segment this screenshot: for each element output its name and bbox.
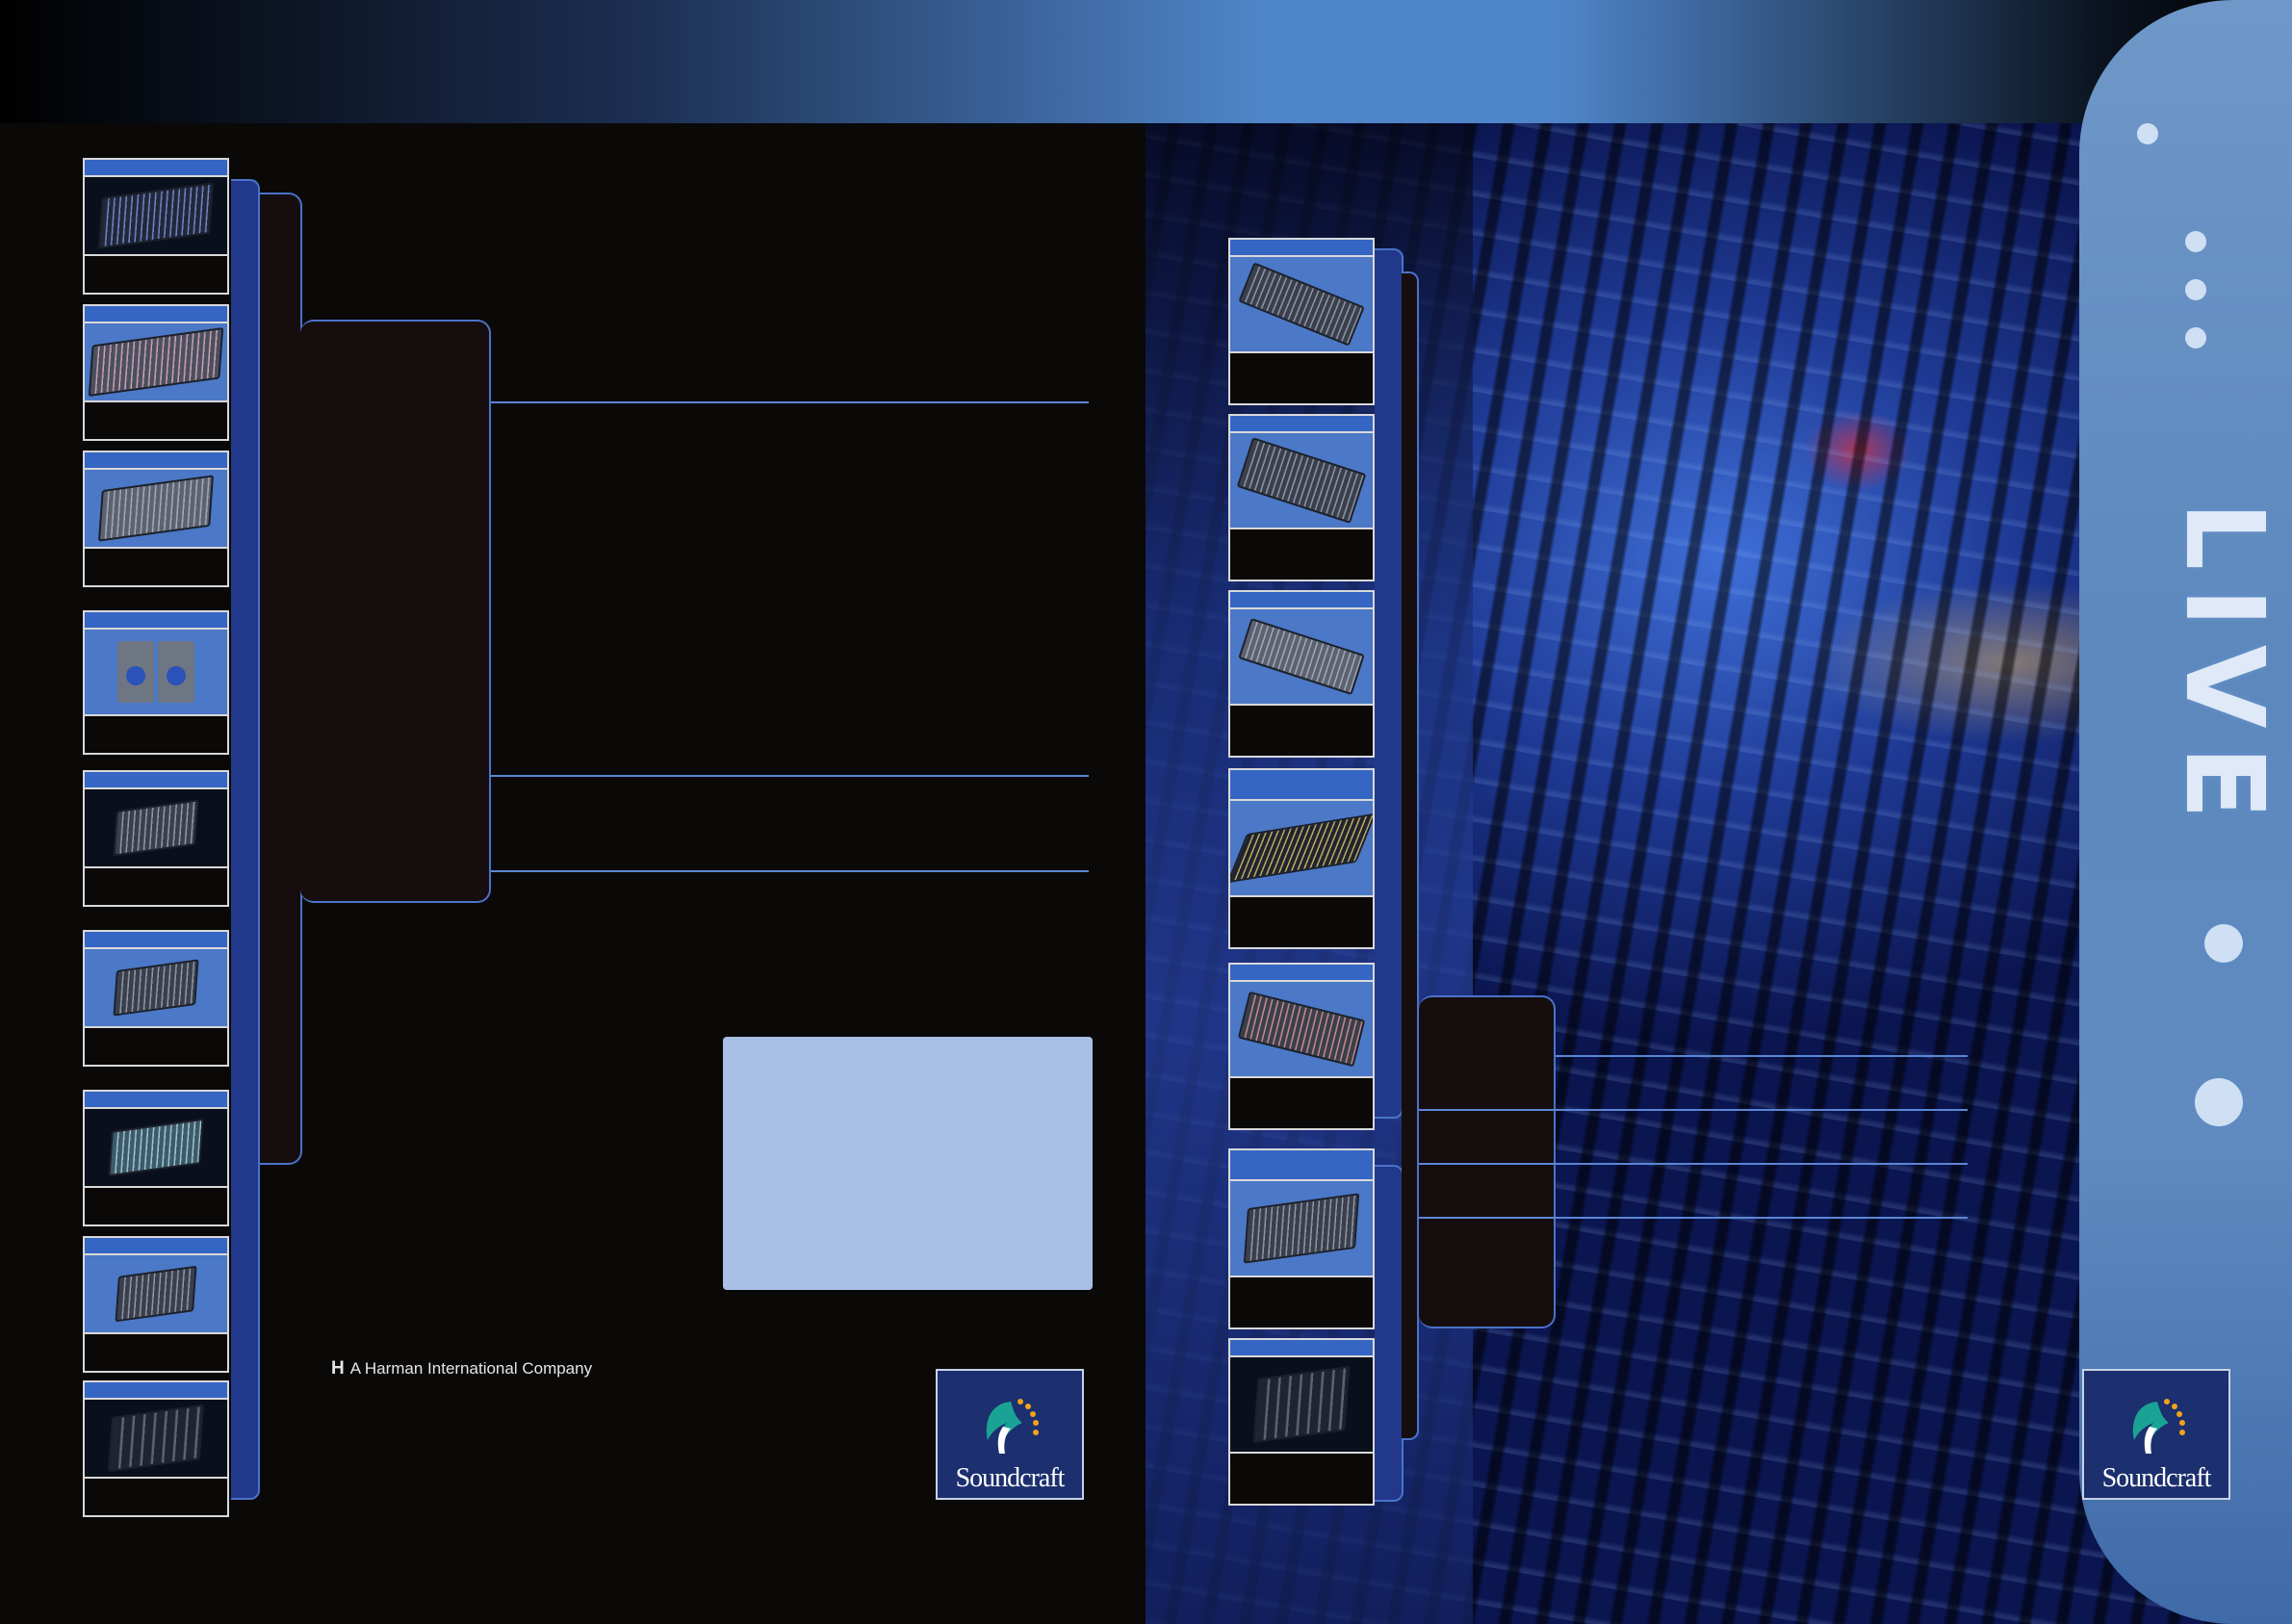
product-label-box [83, 1334, 229, 1373]
divider-line [1419, 1109, 1968, 1111]
product-label-box [83, 868, 229, 907]
product-card[interactable] [83, 610, 229, 755]
product-label-box [1228, 706, 1375, 758]
soundcraft-swoosh-icon [986, 1399, 1039, 1454]
product-image [83, 1398, 229, 1479]
card-header-band [83, 451, 229, 468]
divider-line [491, 870, 1089, 872]
product-image [1228, 607, 1375, 706]
bracket-bar [1375, 248, 1404, 1119]
product-label-box [83, 549, 229, 587]
divider-line [1419, 1163, 1968, 1165]
product-card[interactable] [83, 451, 229, 587]
product-card[interactable] [1228, 1338, 1375, 1506]
card-header-band [1228, 1338, 1375, 1355]
bracket-panel [1402, 271, 1419, 1440]
bracket-panel [260, 193, 302, 1165]
harman-text: A Harman International Company [349, 1359, 593, 1378]
product-card[interactable] [83, 930, 229, 1067]
product-label-box [1228, 529, 1375, 581]
product-image [1228, 1355, 1375, 1454]
top-gradient-bar [0, 0, 2292, 123]
card-header-band [1228, 963, 1375, 980]
harman-h-icon: H [331, 1358, 345, 1379]
product-card[interactable] [83, 1090, 229, 1226]
product-label-box [83, 402, 229, 441]
card-header-band [83, 1090, 229, 1107]
product-label-box [1228, 897, 1375, 949]
product-card[interactable] [1228, 590, 1375, 758]
soundcraft-swoosh-icon [2132, 1399, 2185, 1454]
divider-line [1419, 1217, 1968, 1219]
product-image [83, 1107, 229, 1188]
product-image [83, 322, 229, 402]
product-card[interactable] [83, 304, 229, 441]
card-header-band [83, 770, 229, 787]
product-label-box [83, 1028, 229, 1067]
product-image [1228, 255, 1375, 353]
divider-line [491, 401, 1089, 403]
card-header-band [1228, 414, 1375, 431]
feature-panel [1419, 995, 1556, 1328]
product-image [83, 628, 229, 716]
product-label-box [83, 1479, 229, 1517]
product-label-box [1228, 1454, 1375, 1506]
product-image [83, 947, 229, 1028]
soundcraft-logo: Soundcraft [936, 1369, 1084, 1500]
product-label-box [83, 256, 229, 295]
card-header-band [83, 304, 229, 322]
logo-wordmark: Soundcraft [955, 1463, 1066, 1493]
product-label-box [1228, 1277, 1375, 1329]
product-card[interactable] [83, 770, 229, 907]
divider-line [491, 775, 1089, 777]
live-side-title: LIVE [2161, 501, 2286, 838]
logo-wordmark: Soundcraft [2101, 1463, 2212, 1493]
soundcraft-logo: Soundcraft [2082, 1369, 2230, 1500]
info-box [723, 1037, 1093, 1290]
product-label-box [83, 716, 229, 755]
product-label-box [1228, 353, 1375, 405]
divider-line [1556, 1055, 1968, 1057]
card-header-band [83, 1236, 229, 1253]
product-card[interactable] [1228, 238, 1375, 405]
card-header-band [83, 930, 229, 947]
product-image [1228, 799, 1375, 897]
feature-panel [300, 320, 491, 903]
product-card[interactable] [83, 1380, 229, 1517]
product-image [1228, 431, 1375, 529]
card-header-band [1228, 238, 1375, 255]
card-header-band [83, 610, 229, 628]
product-image [1228, 1179, 1375, 1277]
card-header-band [1228, 590, 1375, 607]
card-header-band [1228, 1148, 1375, 1179]
product-label-box [1228, 1078, 1375, 1130]
product-image [83, 1253, 229, 1334]
card-header-band [83, 1380, 229, 1398]
bracket-bar [1375, 1165, 1404, 1502]
product-card[interactable] [83, 158, 229, 295]
product-card[interactable] [1228, 414, 1375, 581]
product-image [1228, 980, 1375, 1078]
product-card[interactable] [83, 1236, 229, 1373]
product-image [83, 468, 229, 549]
card-header-band [1228, 768, 1375, 799]
product-card[interactable] [1228, 1148, 1375, 1329]
product-label-box [83, 1188, 229, 1226]
product-image [83, 787, 229, 868]
product-card[interactable] [1228, 768, 1375, 949]
bracket-bar [231, 179, 260, 1500]
product-card[interactable] [1228, 963, 1375, 1130]
harman-credit: H A Harman International Company [331, 1358, 592, 1379]
card-header-band [83, 158, 229, 175]
product-image [83, 175, 229, 256]
